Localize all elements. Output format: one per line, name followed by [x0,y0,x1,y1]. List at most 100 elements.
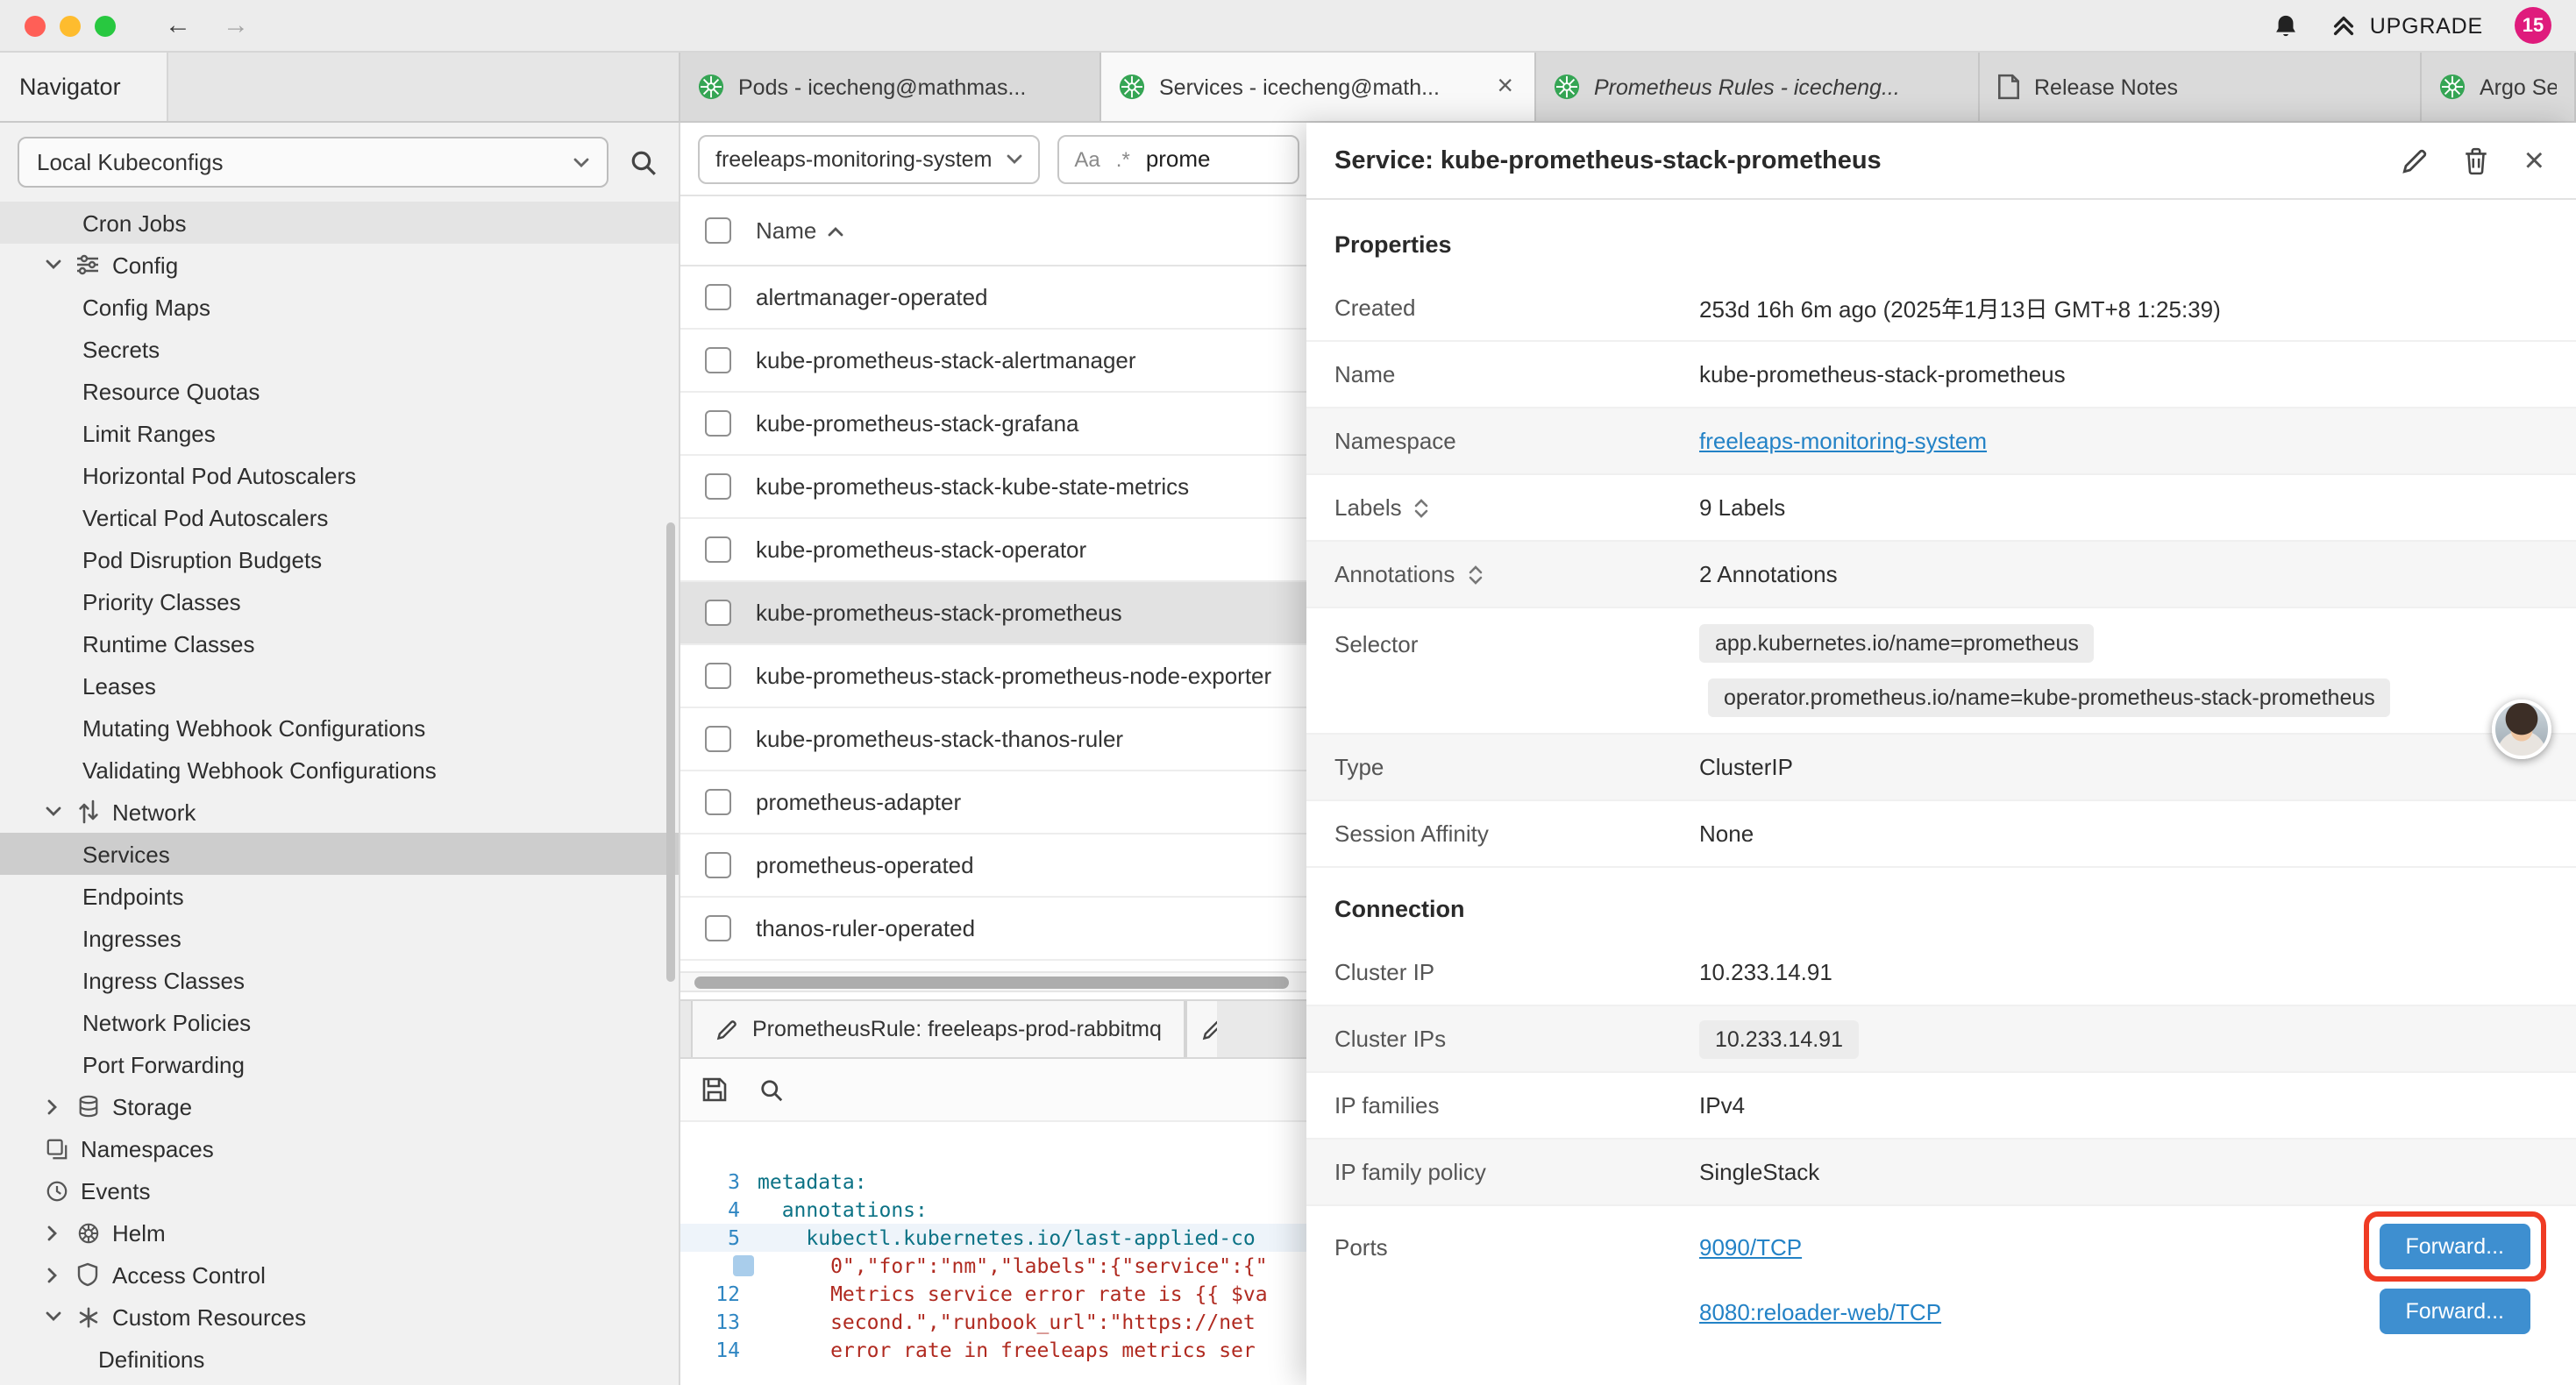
horizontal-scrollbar-thumb[interactable] [694,977,1289,989]
sidebar-item-pod-disruption-budgets[interactable]: Pod Disruption Budgets [0,538,679,580]
expand-collapse-icon[interactable] [1414,497,1430,518]
property-row-session-affinity: Session Affinity None [1306,801,2576,868]
table-row-selected[interactable]: kube-prometheus-stack-prometheus [680,582,1306,645]
forward-button[interactable]: → [223,12,249,39]
sidebar-item-runtime-classes[interactable]: Runtime Classes [0,622,679,664]
sidebar-item-limit-ranges[interactable]: Limit Ranges [0,412,679,454]
row-checkbox[interactable] [705,789,731,815]
sidebar-item-network[interactable]: Network [0,791,679,833]
upgrade-button[interactable]: UPGRADE [2331,12,2483,39]
table-header[interactable]: Name [680,196,1306,266]
tab-pods[interactable]: Pods - icecheng@mathmas... [680,53,1101,121]
sidebar-item-cron-jobs[interactable]: Cron Jobs [0,202,679,244]
row-checkbox[interactable] [705,726,731,752]
sidebar-item-horizontal-pod-autoscalers[interactable]: Horizontal Pod Autoscalers [0,454,679,496]
sidebar-item-validating-webhook-configurations[interactable]: Validating Webhook Configurations [0,749,679,791]
sidebar-item-config-maps[interactable]: Config Maps [0,286,679,328]
delete-icon[interactable] [2465,146,2489,174]
sidebar-item-network-policies[interactable]: Network Policies [0,1001,679,1043]
tab-argo[interactable]: Argo Se [2422,53,2576,121]
port-link-8080-reloader-web[interactable]: 8080:reloader-web/TCP [1699,1298,1941,1325]
zoom-window-button[interactable] [95,15,116,36]
forward-port-button[interactable]: Forward... [2379,1289,2530,1334]
sidebar-item-namespaces[interactable]: Namespaces [0,1127,679,1169]
sidebar-item-events[interactable]: Events [0,1169,679,1211]
sidebar-item-vertical-pod-autoscalers[interactable]: Vertical Pod Autoscalers [0,496,679,538]
sidebar-scrollbar[interactable] [666,522,675,982]
sidebar-item-access-control[interactable]: Access Control [0,1254,679,1296]
row-checkbox[interactable] [705,410,731,437]
row-checkbox[interactable] [705,852,731,878]
sidebar-search-icon[interactable] [630,148,658,176]
search-input[interactable]: Aa .* prome [1057,134,1299,183]
close-window-button[interactable] [25,15,46,36]
row-checkbox[interactable] [705,536,731,563]
table-row[interactable]: kube-prometheus-stack-prometheus-node-ex… [680,645,1306,708]
code-text: metadata: [758,1168,867,1196]
save-icon[interactable] [701,1076,728,1103]
select-all-checkbox[interactable] [705,217,731,244]
minimize-window-button[interactable] [60,15,81,36]
kubernetes-cluster-icon [1119,74,1145,100]
row-checkbox[interactable] [705,600,731,626]
notifications-bell-icon[interactable] [2274,11,2300,39]
editor-search-icon[interactable] [759,1077,784,1102]
property-value[interactable]: 2 Annotations [1699,561,2548,587]
row-checkbox[interactable] [705,915,731,941]
regex-toggle[interactable]: .* [1116,146,1130,171]
fold-indicator[interactable] [733,1255,754,1276]
sidebar-item-config[interactable]: Config [0,244,679,286]
row-checkbox[interactable] [705,347,731,373]
user-avatar[interactable] [2492,700,2551,759]
tab-release-notes[interactable]: Release Notes [1980,53,2422,121]
table-row[interactable]: prometheus-operated [680,835,1306,898]
forward-port-button[interactable]: Forward... [2379,1224,2530,1269]
sidebar-item-mutating-webhook-configurations[interactable]: Mutating Webhook Configurations [0,707,679,749]
sidebar-item-resource-quotas[interactable]: Resource Quotas [0,370,679,412]
table-row[interactable]: kube-prometheus-stack-operator [680,519,1306,582]
sidebar-item-leases[interactable]: Leases [0,664,679,707]
sidebar-item-endpoints[interactable]: Endpoints [0,875,679,917]
sidebar-item-ingresses[interactable]: Ingresses [0,917,679,959]
row-checkbox[interactable] [705,284,731,310]
close-drawer-icon[interactable]: × [2524,143,2544,178]
port-link-9090[interactable]: 9090/TCP [1699,1233,1802,1260]
sidebar-item-helm[interactable]: Helm [0,1211,679,1254]
match-case-toggle[interactable]: Aa [1074,146,1099,171]
notification-count-badge[interactable]: 15 [2515,7,2551,44]
table-row[interactable]: kube-prometheus-stack-grafana [680,393,1306,456]
network-arrows-icon [74,799,102,824]
tab-prometheus-rules[interactable]: Prometheus Rules - icecheng... [1536,53,1980,121]
table-row[interactable]: thanos-ruler-operated [680,898,1306,961]
expand-collapse-icon[interactable] [1467,564,1483,585]
sidebar-item-storage[interactable]: Storage [0,1085,679,1127]
sidebar-item-priority-classes[interactable]: Priority Classes [0,580,679,622]
column-header-name[interactable]: Name [756,217,816,244]
table-row[interactable]: alertmanager-operated [680,266,1306,330]
row-checkbox[interactable] [705,473,731,500]
namespace-link[interactable]: freeleaps-monitoring-system [1699,428,1987,454]
sidebar-item-definitions[interactable]: Definitions [0,1338,679,1380]
row-checkbox[interactable] [705,663,731,689]
yaml-editor[interactable]: 3metadata: 4 annotations: 5 kubectl.kube… [680,1122,1306,1385]
table-row[interactable]: prometheus-adapter [680,771,1306,835]
edit-icon[interactable] [2402,146,2430,174]
sidebar-item-secrets[interactable]: Secrets [0,328,679,370]
dock-tab-prometheusrule[interactable]: PrometheusRule: freeleaps-prod-rabbitmq [691,1001,1186,1057]
table-row[interactable]: kube-prometheus-stack-alertmanager [680,330,1306,393]
table-row[interactable]: kube-prometheus-stack-kube-state-metrics [680,456,1306,519]
sidebar-item-port-forwarding[interactable]: Port Forwarding [0,1043,679,1085]
property-value[interactable]: 9 Labels [1699,494,2548,521]
tab-services[interactable]: Services - icecheng@math... × [1101,53,1536,121]
close-tab-icon[interactable]: × [1493,73,1517,101]
sidebar-item-custom-resources[interactable]: Custom Resources [0,1296,679,1338]
table-row[interactable]: kube-prometheus-stack-thanos-ruler [680,708,1306,771]
editor-toolbar [680,1059,1306,1122]
sidebar-item-ingress-classes[interactable]: Ingress Classes [0,959,679,1001]
back-button[interactable]: ← [165,12,191,39]
sidebar-item-services[interactable]: Services [0,833,679,875]
kubeconfig-selector[interactable]: Local Kubeconfigs [18,137,608,188]
horizontal-scrollbar[interactable] [680,971,1306,992]
namespace-filter-select[interactable]: freeleaps-monitoring-system [698,134,1039,183]
dock-tab-next[interactable] [1186,1001,1218,1057]
